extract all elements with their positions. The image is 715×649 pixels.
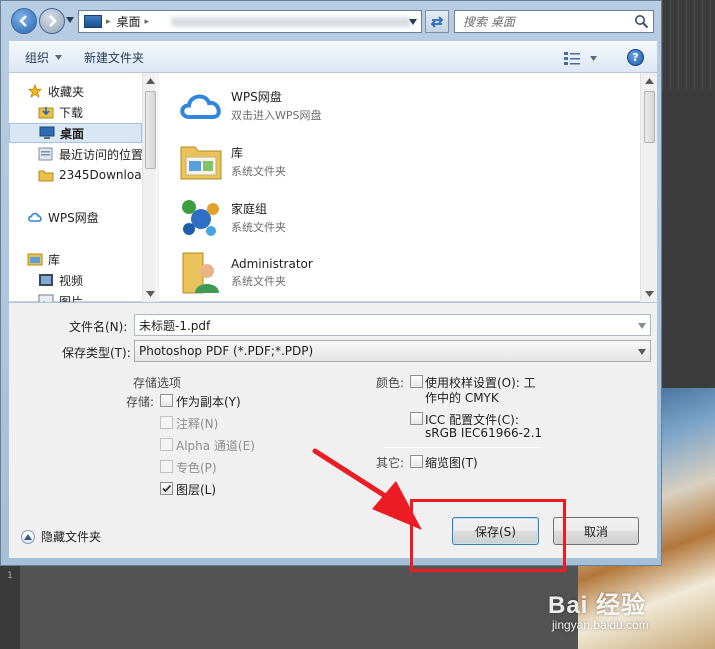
color-label: 颜色: <box>376 376 405 390</box>
address-text: 桌面 <box>116 15 141 29</box>
collapse-icon <box>21 529 35 544</box>
view-list-icon <box>564 52 580 65</box>
nav-item-videos[interactable]: 视频 <box>38 270 156 290</box>
icc-profile-checkbox[interactable] <box>410 412 423 425</box>
homegroup-icon <box>182 200 219 236</box>
save-label: 存储: <box>126 395 155 409</box>
breadcrumb-chevron-icon: ▸ <box>144 16 150 27</box>
filename-field[interactable]: 未标题-1.pdf <box>134 314 651 336</box>
list-item-wps-cloud[interactable]: WPS网盘 双击进入WPS网盘 <box>177 79 477 131</box>
layers-checkbox[interactable] <box>160 482 173 495</box>
photoshop-left-ruler: 1 <box>0 565 20 649</box>
picture-icon <box>38 294 54 302</box>
chevron-down-icon <box>590 55 597 61</box>
filename-label: 文件名(N): <box>69 320 128 334</box>
scroll-up-icon[interactable] <box>146 78 155 84</box>
address-toolbar: ▸ 桌面 ▸ <box>1 1 661 41</box>
save-options-heading: 存储选项 <box>133 376 182 390</box>
search-box[interactable] <box>454 10 654 33</box>
list-item-administrator[interactable]: Administrator 系统文件夹 <box>177 247 477 299</box>
library-icon <box>180 146 222 180</box>
chevron-down-icon[interactable] <box>638 323 646 329</box>
refresh-button[interactable] <box>425 10 449 33</box>
command-toolbar: 组织 新建文件夹 ? <box>9 41 657 73</box>
nav-item-recent-places[interactable]: 最近访问的位置 <box>38 144 156 164</box>
thumbnail-label: 缩览图(T) <box>425 456 478 470</box>
annotation-highlight-box <box>410 499 566 572</box>
notes-checkbox[interactable] <box>160 416 173 429</box>
file-list: WPS网盘 双击进入WPS网盘 库系统文件夹 家庭组 系统文件夹 Adminis… <box>159 73 657 302</box>
file-scroll-thumb[interactable] <box>644 91 655 143</box>
breadcrumb-chevron-icon: ▸ <box>106 16 111 27</box>
scroll-down-icon[interactable] <box>146 291 155 297</box>
nav-item-2345downloads[interactable]: 2345Downloads <box>38 165 156 185</box>
chevron-down-icon <box>55 54 63 60</box>
user-folder-icon <box>182 252 219 294</box>
star-icon <box>27 84 43 98</box>
search-input[interactable] <box>463 14 633 29</box>
blurred-path <box>171 16 412 27</box>
desktop-icon <box>84 15 102 28</box>
proof-setup-checkbox[interactable] <box>410 375 423 388</box>
filetype-label: 保存类型(T): <box>62 346 131 360</box>
file-browser: 收藏夹 下载 桌面 最近访问的位置 2345Downloads WPS网盘 库 … <box>9 73 657 302</box>
notes-label: 注释(N) <box>176 417 219 431</box>
filetype-select[interactable]: Photoshop PDF (*.PDF;*.PDP) <box>134 340 651 362</box>
help-icon: ? <box>632 51 639 64</box>
nav-item-wps-cloud[interactable]: WPS网盘 <box>27 207 156 227</box>
icc-profile-label-line2: sRGB IEC61966-2.1 <box>425 426 543 440</box>
back-button[interactable] <box>11 8 37 34</box>
as-copy-label: 作为副本(Y) <box>176 395 241 409</box>
back-arrow-icon <box>19 15 27 27</box>
alpha-channels-label: Alpha 通道(E) <box>176 439 255 453</box>
recent-places-icon <box>38 147 53 161</box>
baidu-watermark: Bai 经验 <box>548 592 647 619</box>
nav-item-downloads[interactable]: 下载 <box>38 102 156 122</box>
organize-button[interactable]: 组织 <box>17 45 70 69</box>
nav-pane-scrollbar[interactable] <box>142 73 156 302</box>
download-folder-icon <box>38 107 54 119</box>
layers-label: 图层(L) <box>176 483 217 497</box>
list-item-homegroup[interactable]: 家庭组 系统文件夹 <box>177 191 477 243</box>
forward-button[interactable] <box>39 8 65 34</box>
spot-colors-label: 专色(P) <box>176 461 217 475</box>
file-list-scrollbar[interactable] <box>640 73 657 302</box>
nav-scroll-thumb[interactable] <box>145 91 156 169</box>
library-icon <box>27 253 43 266</box>
baidu-watermark-url: jingyan.baidu.com <box>552 618 649 632</box>
chevron-down-icon <box>638 349 646 355</box>
video-icon <box>39 274 53 286</box>
alpha-channels-checkbox[interactable] <box>160 438 173 451</box>
nav-item-favorites[interactable]: 收藏夹 <box>27 81 156 101</box>
spot-colors-checkbox[interactable] <box>160 460 173 473</box>
nav-item-pictures[interactable]: 图片 <box>38 291 156 302</box>
navigation-pane: 收藏夹 下载 桌面 最近访问的位置 2345Downloads WPS网盘 库 … <box>9 73 156 302</box>
scroll-down-icon[interactable] <box>645 291 654 297</box>
change-view-button[interactable] <box>564 48 602 68</box>
nav-item-libraries[interactable]: 库 <box>27 249 156 269</box>
nav-item-desktop[interactable]: 桌面 <box>9 123 142 143</box>
address-bar[interactable]: ▸ 桌面 ▸ <box>78 10 422 33</box>
photoshop-ruler <box>662 0 715 90</box>
cloud-icon <box>180 94 221 119</box>
scroll-up-icon[interactable] <box>645 78 654 84</box>
help-button[interactable]: ? <box>627 49 644 66</box>
as-copy-checkbox[interactable] <box>160 394 173 407</box>
address-dropdown-icon[interactable] <box>409 19 417 25</box>
checkmark-icon <box>162 484 172 493</box>
desktop-icon <box>39 126 55 139</box>
search-icon[interactable] <box>634 14 649 29</box>
proof-setup-label-line2: 作中的 CMYK <box>425 391 499 405</box>
history-dropdown-icon[interactable] <box>66 17 74 23</box>
hide-folders-toggle[interactable]: 隐藏文件夹 <box>21 528 101 545</box>
cloud-icon <box>28 212 42 222</box>
forward-arrow-icon <box>49 15 57 27</box>
list-item-libraries[interactable]: 库系统文件夹 <box>177 135 477 187</box>
new-folder-button[interactable]: 新建文件夹 <box>76 45 152 69</box>
refresh-icon <box>430 15 444 28</box>
folder-icon <box>38 170 54 182</box>
